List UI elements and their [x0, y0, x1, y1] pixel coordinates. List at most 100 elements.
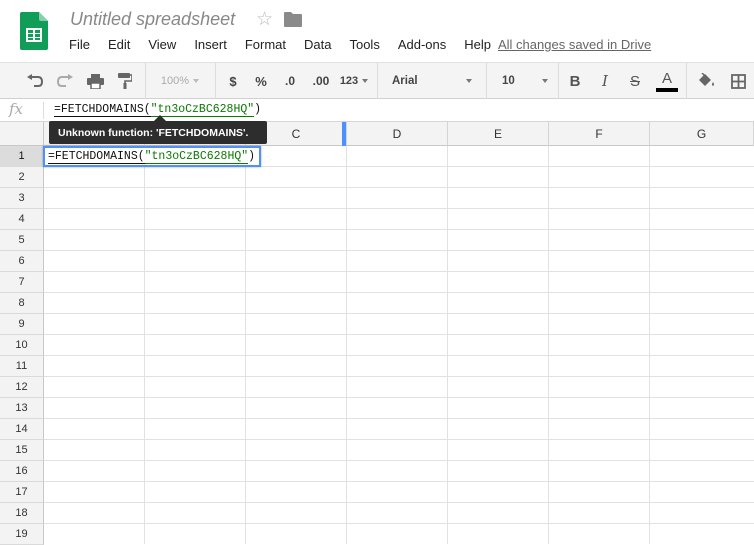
row-header-3[interactable]: 3 — [0, 188, 44, 209]
sheets-logo-icon[interactable] — [20, 12, 48, 50]
gridline — [44, 271, 754, 272]
toolbar-divider — [145, 63, 146, 99]
print-button[interactable] — [82, 69, 108, 93]
cell-editor[interactable]: =FETCHDOMAINS("tn3oCzBC628HQ") — [48, 150, 255, 164]
gridline — [44, 292, 754, 293]
decrease-decimals-button[interactable]: .0 — [278, 69, 302, 93]
text-color-button[interactable]: A — [654, 69, 680, 93]
toolbar-divider — [215, 63, 216, 99]
gridline — [44, 397, 754, 398]
paint-format-button[interactable] — [112, 69, 138, 93]
col-header-g[interactable]: G — [650, 122, 754, 146]
more-formats-button[interactable]: 123 — [338, 69, 370, 93]
formula-bar-divider — [43, 102, 44, 119]
chevron-down-icon — [193, 79, 200, 83]
percent-format-button[interactable]: % — [250, 69, 272, 93]
gridline — [144, 146, 145, 544]
star-icon[interactable]: ☆ — [256, 8, 273, 31]
active-cell-a1[interactable]: =FETCHDOMAINS("tn3oCzBC628HQ") — [43, 146, 261, 167]
document-title[interactable]: Untitled spreadsheet — [70, 9, 235, 30]
row-header-16[interactable]: 16 — [0, 461, 44, 482]
menu-tools[interactable]: Tools — [340, 37, 388, 53]
text-color-swatch — [656, 87, 678, 92]
row-header-10[interactable]: 10 — [0, 335, 44, 356]
formula-function-token: =FETCHDOMAINS( — [54, 103, 151, 117]
gridline — [44, 313, 754, 314]
gridline — [44, 418, 754, 419]
row-header-2[interactable]: 2 — [0, 167, 44, 188]
row-header-19[interactable]: 19 — [0, 524, 44, 545]
col-header-d[interactable]: D — [347, 122, 448, 146]
error-tooltip: Unknown function: 'FETCHDOMAINS'. — [49, 121, 267, 144]
spreadsheet-grid: A B C D E F G 1 2 3 4 5 6 7 8 9 10 11 12… — [0, 122, 754, 545]
gridline — [44, 355, 754, 356]
menu-format[interactable]: Format — [236, 37, 295, 53]
row-header-17[interactable]: 17 — [0, 482, 44, 503]
cell-function-token: =FETCHDOMAINS( — [48, 150, 145, 164]
row-header-6[interactable]: 6 — [0, 251, 44, 272]
formula-close-token: ) — [254, 103, 262, 116]
row-header-18[interactable]: 18 — [0, 503, 44, 524]
fill-color-icon — [698, 73, 714, 86]
menu-data[interactable]: Data — [295, 37, 340, 53]
increase-decimals-button[interactable]: .00 — [308, 69, 334, 93]
menu-view[interactable]: View — [139, 37, 185, 53]
column-resize-handle[interactable] — [342, 122, 346, 146]
menu-help[interactable]: Help — [455, 37, 500, 53]
gridline — [548, 146, 549, 544]
font-family-select[interactable]: Arial — [384, 69, 478, 93]
folder-icon[interactable] — [284, 12, 302, 27]
row-header-12[interactable]: 12 — [0, 377, 44, 398]
zoom-value: 100% — [160, 75, 190, 87]
currency-format-button[interactable]: $ — [222, 69, 244, 93]
menu-file[interactable]: File — [60, 37, 99, 53]
menu-bar: File Edit View Insert Format Data Tools … — [60, 37, 500, 53]
row-header-14[interactable]: 14 — [0, 419, 44, 440]
gridline — [44, 208, 754, 209]
col-header-f[interactable]: F — [549, 122, 650, 146]
save-status-link[interactable]: All changes saved in Drive — [498, 37, 651, 52]
strikethrough-button[interactable]: S — [624, 69, 646, 93]
print-icon — [86, 73, 104, 89]
redo-icon — [56, 74, 73, 87]
row-header-8[interactable]: 8 — [0, 293, 44, 314]
app-header: Untitled spreadsheet ☆ File Edit View In… — [0, 0, 754, 62]
chevron-down-icon — [542, 79, 548, 83]
text-color-icon: A — [661, 69, 672, 87]
row-header-5[interactable]: 5 — [0, 230, 44, 251]
fill-color-button[interactable] — [694, 69, 718, 93]
row-header-11[interactable]: 11 — [0, 356, 44, 377]
redo-button[interactable] — [52, 69, 78, 93]
formula-bar: fx =FETCHDOMAINS("tn3oCzBC628HQ") — [0, 99, 754, 122]
more-formats-label: 123 — [339, 75, 359, 87]
italic-button[interactable]: I — [594, 69, 616, 93]
gridline — [44, 250, 754, 251]
zoom-select[interactable]: 100% — [152, 69, 208, 93]
cell-string-token: "tn3oCzBC628HQ" — [144, 150, 249, 164]
toolbar-divider — [686, 63, 687, 99]
select-all-corner[interactable] — [0, 122, 44, 146]
borders-button[interactable] — [726, 69, 750, 93]
row-header-13[interactable]: 13 — [0, 398, 44, 419]
chevron-down-icon — [362, 79, 369, 83]
menu-insert[interactable]: Insert — [185, 37, 236, 53]
font-size-select[interactable]: 10 — [492, 69, 552, 93]
row-header-15[interactable]: 15 — [0, 440, 44, 461]
gridline — [44, 460, 754, 461]
row-header-4[interactable]: 4 — [0, 209, 44, 230]
fx-icon: fx — [9, 100, 24, 118]
gridline — [44, 439, 754, 440]
row-header-1[interactable]: 1 — [0, 146, 44, 167]
row-header-9[interactable]: 9 — [0, 314, 44, 335]
undo-button[interactable] — [22, 69, 48, 93]
col-header-e[interactable]: E — [448, 122, 549, 146]
bold-button[interactable]: B — [564, 69, 586, 93]
menu-addons[interactable]: Add-ons — [389, 37, 455, 53]
font-family-value: Arial — [392, 75, 418, 87]
row-header-7[interactable]: 7 — [0, 272, 44, 293]
gridline — [44, 523, 754, 524]
gridline — [44, 187, 754, 188]
toolbar-divider — [558, 63, 559, 99]
menu-edit[interactable]: Edit — [99, 37, 139, 53]
borders-icon — [730, 73, 746, 89]
